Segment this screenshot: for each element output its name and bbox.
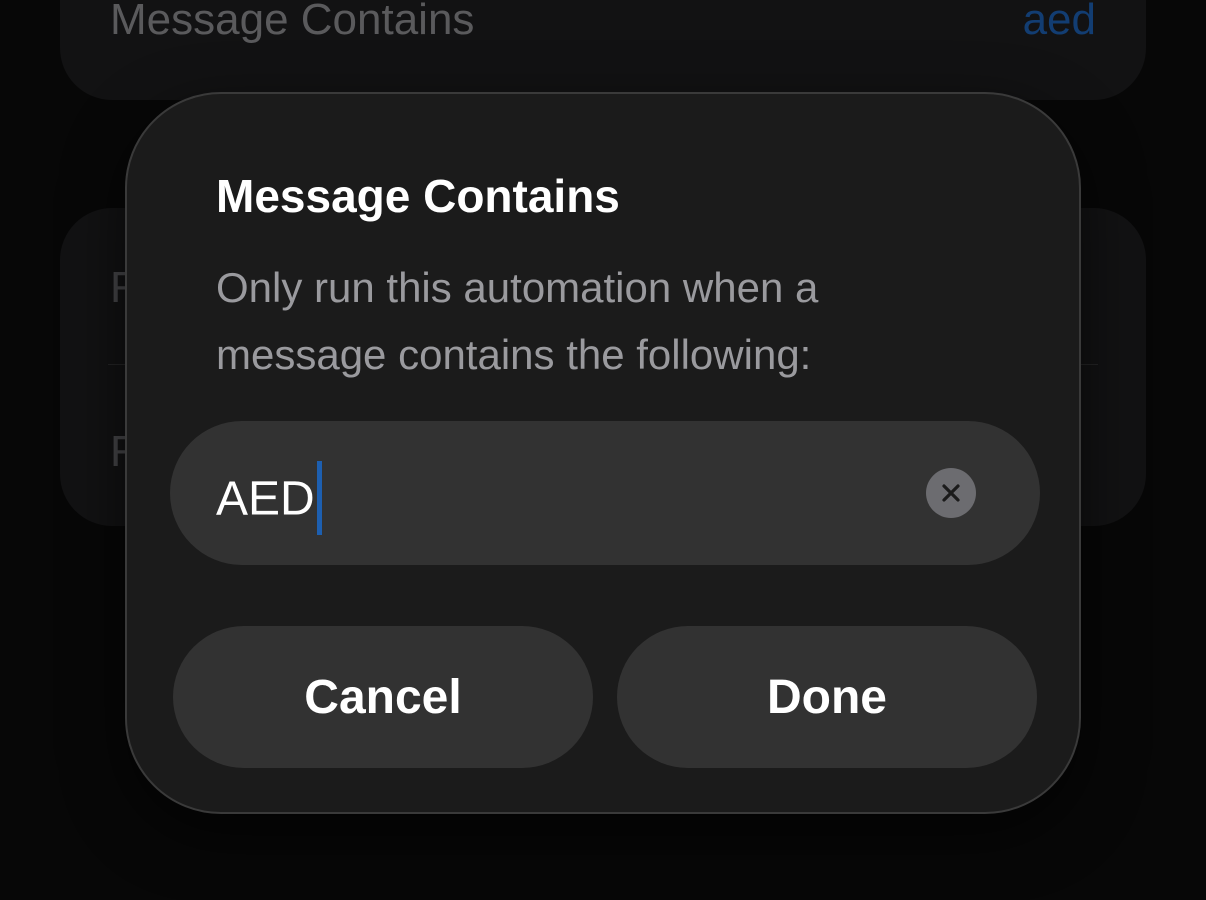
field-text: AED [216, 472, 315, 526]
message-text-field[interactable]: AED [170, 421, 1040, 565]
screen: Message Contains aed R R Message Contain… [0, 0, 1206, 900]
done-button[interactable]: Done [617, 626, 1037, 768]
cancel-button[interactable]: Cancel [173, 626, 593, 768]
message-text-field-value[interactable]: AED [216, 461, 322, 539]
xmark-circle-icon [939, 481, 963, 505]
clear-text-button[interactable] [926, 468, 976, 518]
alert-title: Message Contains [216, 170, 620, 222]
message-contains-alert: Message Contains Only run this automatio… [125, 92, 1081, 814]
text-cursor [316, 461, 322, 535]
alert-message: Only run this automation when a message … [216, 264, 819, 378]
